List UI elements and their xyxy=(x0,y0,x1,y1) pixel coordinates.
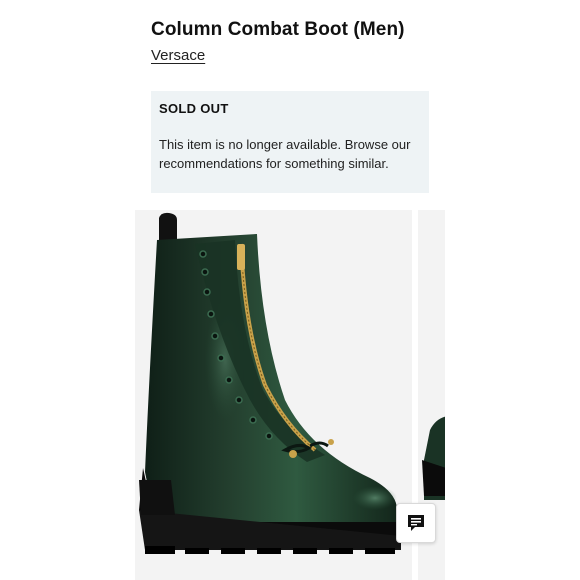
product-title: Column Combat Boot (Men) xyxy=(151,19,405,40)
product-image-main[interactable] xyxy=(135,210,412,580)
sold-out-message: This item is no longer available. Browse… xyxy=(159,137,411,171)
sold-out-notice: SOLD OUT This item is no longer availabl… xyxy=(151,91,429,193)
chat-button[interactable] xyxy=(396,503,436,543)
brand-link[interactable]: Versace xyxy=(151,47,205,64)
boot-image xyxy=(139,212,401,554)
sold-out-heading: SOLD OUT xyxy=(159,101,229,116)
chat-bubble-icon xyxy=(408,515,424,531)
